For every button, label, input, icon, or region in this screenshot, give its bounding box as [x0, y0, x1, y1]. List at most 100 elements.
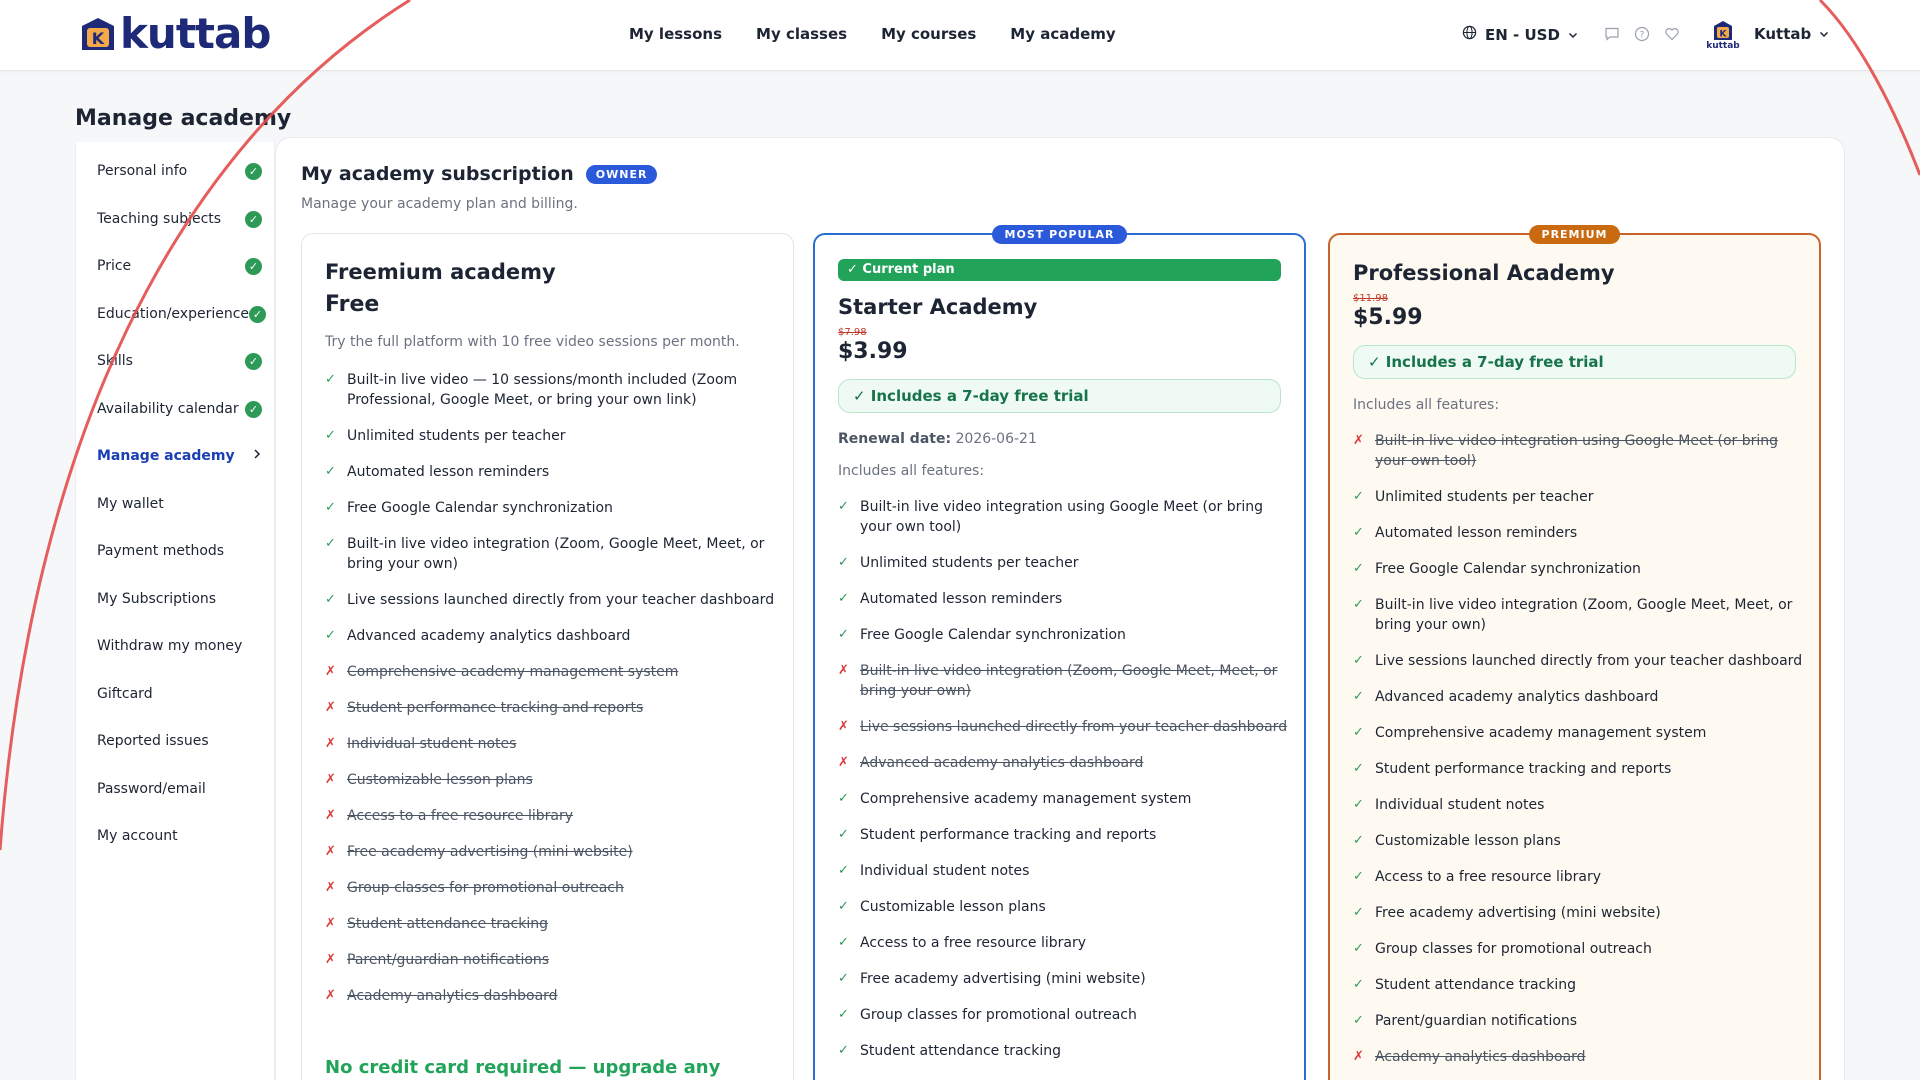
includes-label: Includes all features:	[1353, 397, 1500, 413]
sidebar-item-teaching-subjects[interactable]: Teaching subjects ✓	[97, 208, 262, 230]
sidebar-item-label: My account	[97, 828, 178, 844]
feature-item: ✓ Student performance tracking and report…	[838, 825, 1288, 845]
sidebar-item-password-email[interactable]: Password/email	[97, 778, 262, 800]
sidebar-item-personal-info[interactable]: Personal info ✓	[97, 160, 262, 182]
feature-item: ✓ Free Google Calendar synchronization	[838, 625, 1288, 645]
help-icon[interactable]: ?	[1634, 26, 1650, 42]
check-icon: ✓	[1353, 1013, 1364, 1028]
feature-item: ✓ Parent/guardian notifications	[1353, 1011, 1803, 1031]
nav-my-academy[interactable]: My academy	[1010, 25, 1115, 43]
feature-text: Free Google Calendar synchronization	[347, 500, 613, 516]
feature-item: ✗ Advanced academy analytics dashboard	[838, 753, 1288, 773]
feature-item: ✓ Access to a free resource library	[838, 933, 1288, 953]
feature-text: Group classes for promotional outreach	[1375, 941, 1652, 957]
feature-text: Student attendance tracking	[860, 1043, 1061, 1059]
check-icon: ✓	[1353, 525, 1364, 540]
check-circle-icon: ✓	[245, 352, 262, 370]
feature-item: ✗ Group classes for promotional outreach	[325, 878, 775, 898]
check-icon: ✓	[1353, 597, 1364, 612]
avatar[interactable]: K kuttab	[1706, 18, 1740, 54]
sidebar-item-availability-calendar[interactable]: Availability calendar ✓	[97, 398, 262, 420]
feature-item: ✗ Built-in live video integration (Zoom, …	[838, 661, 1288, 701]
sidebar-item-reported-issues[interactable]: Reported issues	[97, 730, 262, 752]
nav-my-courses[interactable]: My courses	[881, 25, 976, 43]
feature-text: Built-in live video integration (Zoom, G…	[1375, 597, 1793, 633]
feature-text: Student attendance tracking	[1375, 977, 1576, 993]
feature-text: Free Google Calendar synchronization	[1375, 561, 1641, 577]
sidebar-item-education-experience[interactable]: Education/experience ✓	[97, 303, 267, 325]
nav-my-classes[interactable]: My classes	[756, 25, 847, 43]
feature-item: ✗ Student performance tracking and report…	[325, 698, 775, 718]
feature-text: Individual student notes	[347, 736, 517, 752]
feature-item: ✗ Live sessions launched directly from yo…	[838, 717, 1288, 737]
feature-item: ✓ Advanced academy analytics dashboard	[325, 626, 775, 646]
svg-text:K: K	[1720, 30, 1728, 40]
plan-card-professional[interactable]: PREMIUM Professional Academy $11.98 $5.9…	[1328, 225, 1821, 1080]
feature-item: ✓ Customizable lesson plans	[838, 897, 1288, 917]
check-icon: ✓	[838, 899, 849, 914]
sidebar-item-manage-academy[interactable]: Manage academy	[97, 445, 262, 467]
sidebar-item-my-subscriptions[interactable]: My Subscriptions	[97, 588, 262, 610]
brand-logo[interactable]: K kuttab	[78, 13, 271, 55]
sidebar-item-giftcard[interactable]: Giftcard	[97, 683, 262, 705]
sidebar-item-price[interactable]: Price ✓	[97, 255, 262, 277]
heart-icon[interactable]	[1664, 26, 1680, 42]
subscription-subtitle: Manage your academy plan and billing.	[301, 196, 578, 212]
check-circle-icon: ✓	[245, 162, 262, 180]
feature-item: ✓ Built-in live video integration (Zoom, …	[1353, 595, 1803, 635]
sidebar-item-label: Personal info	[97, 163, 188, 179]
top-icon-group: ?	[1604, 26, 1680, 42]
feature-text: Student performance tracking and reports	[1375, 761, 1672, 777]
feature-text: Built-in live video integration (Zoom, G…	[860, 663, 1278, 699]
chevron-down-icon	[1568, 26, 1578, 44]
feature-item: ✓ Individual student notes	[1353, 795, 1803, 815]
feature-list: ✗ Built-in live video integration using G…	[1353, 431, 1803, 1080]
feature-text: Built-in live video integration using Go…	[1375, 433, 1779, 469]
feature-item: ✓ Free Google Calendar synchronization	[1353, 559, 1803, 579]
most-popular-badge: MOST POPULAR	[991, 225, 1128, 244]
check-icon: ✓	[838, 935, 849, 950]
feature-text: Individual student notes	[1375, 797, 1545, 813]
feature-item: ✓ Built-in live video — 10 sessions/month…	[325, 370, 775, 410]
settings-sidebar: Personal info ✓ Teaching subjects ✓ Price ✓…	[75, 142, 275, 1080]
sidebar-item-my-wallet[interactable]: My wallet	[97, 493, 262, 515]
feature-text: Customizable lesson plans	[860, 899, 1046, 915]
check-icon: ✓	[1353, 977, 1364, 992]
cross-icon: ✗	[325, 988, 336, 1003]
feature-item: ✗ Parent/guardian notifications	[325, 950, 775, 970]
plan-price: $5.99	[1353, 305, 1423, 330]
feature-item: ✓ Comprehensive academy management system	[1353, 723, 1803, 743]
cross-icon: ✗	[325, 952, 336, 967]
sidebar-item-skills[interactable]: Skills ✓	[97, 350, 262, 372]
check-icon: ✓	[838, 971, 849, 986]
sidebar-item-payment-methods[interactable]: Payment methods	[97, 540, 262, 562]
sidebar-item-withdraw-my-money[interactable]: Withdraw my money	[97, 635, 262, 657]
check-icon: ✓	[838, 555, 849, 570]
check-icon: ✓	[838, 791, 849, 806]
premium-badge: PREMIUM	[1528, 225, 1621, 244]
plan-card-freemium[interactable]: Freemium academy Free Try the full platf…	[301, 233, 794, 1080]
trial-badge: ✓ Includes a 7-day free trial	[1353, 345, 1796, 379]
feature-text: Unlimited students per teacher	[347, 428, 566, 444]
feature-item: ✓ Group classes for promotional outreach	[838, 1005, 1288, 1025]
plan-card-starter[interactable]: MOST POPULAR ✓ Current plan Starter Acad…	[813, 225, 1306, 1080]
feature-text: Access to a free resource library	[347, 808, 574, 824]
sidebar-item-label: Manage academy	[97, 448, 235, 464]
check-icon: ✓	[1353, 797, 1364, 812]
nav-my-lessons[interactable]: My lessons	[629, 25, 722, 43]
sidebar-item-label: My Subscriptions	[97, 591, 217, 607]
sidebar-item-my-account[interactable]: My account	[97, 825, 262, 847]
cross-icon: ✗	[325, 664, 336, 679]
feature-text: Comprehensive academy management system	[860, 791, 1192, 807]
check-icon: ✓	[1353, 941, 1364, 956]
feature-item: ✓ Free Google Calendar synchronization	[325, 498, 775, 518]
user-menu[interactable]: Kuttab	[1754, 25, 1829, 43]
feature-text: Free academy advertising (mini website)	[1375, 905, 1661, 921]
chat-icon[interactable]	[1604, 26, 1620, 42]
sidebar-item-label: Price	[97, 258, 132, 274]
avatar-label: kuttab	[1706, 41, 1740, 51]
check-icon: ✓	[838, 499, 849, 514]
locale-selector[interactable]: EN - USD	[1462, 25, 1578, 44]
feature-text: Unlimited students per teacher	[1375, 489, 1594, 505]
chevron-right-icon	[252, 448, 262, 464]
